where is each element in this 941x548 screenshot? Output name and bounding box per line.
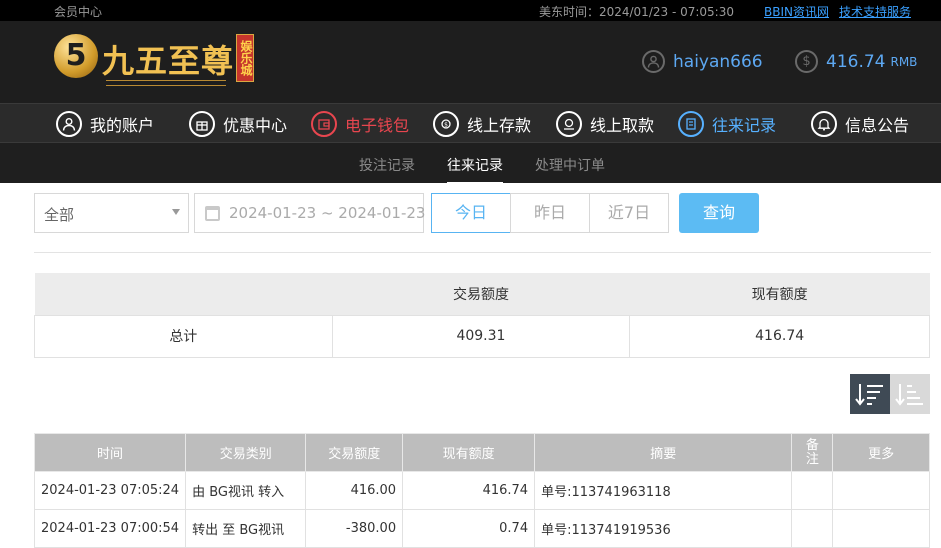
nav-label: 优惠中心 (223, 116, 288, 135)
sort-ascending-button[interactable] (890, 374, 930, 414)
bbin-info-link[interactable]: BBIN资讯网 (764, 3, 829, 20)
col-summary: 摘要 (534, 433, 793, 472)
cell-balance: 0.74 (402, 509, 536, 548)
logo-name: 九五至尊 (102, 42, 235, 80)
table-row: 2024-01-23 07:00:54 转出 至 BG视讯 -380.00 0.… (33, 509, 930, 548)
summary-transaction-amount: 409.31 (331, 314, 631, 358)
user-info[interactable]: haiyan666 (642, 50, 763, 73)
sort-asc-icon (895, 384, 923, 406)
category-value: 全部 (44, 206, 75, 224)
summary-current-amount: 416.74 (629, 314, 930, 358)
cell-amount: -380.00 (305, 509, 404, 548)
tab-bet-records[interactable]: 投注记录 (359, 155, 415, 175)
main-nav: 我的账户 优惠中心 电子钱包 $ 线上存款 线上取款 往来记录 信息公告 (0, 103, 941, 143)
nav-online-deposit[interactable]: $ 线上存款 (433, 110, 531, 138)
balance-info: $ 416.74 RMB (795, 50, 917, 73)
chevron-down-icon (172, 209, 180, 215)
nav-announcements[interactable]: 信息公告 (811, 110, 909, 138)
site-logo[interactable]: 5 九五至尊 娱乐城 (54, 34, 254, 92)
calendar-icon (205, 206, 220, 221)
balance-currency: RMB (890, 54, 918, 69)
yesterday-button[interactable]: 昨日 (510, 193, 590, 233)
nav-label: 线上取款 (590, 116, 655, 135)
today-button[interactable]: 今日 (431, 193, 511, 233)
category-select[interactable]: 全部 (34, 193, 189, 233)
summary-table: 交易额度 现有额度 总计 409.31 416.74 (34, 273, 930, 358)
member-center-link[interactable]: 会员中心 (54, 3, 102, 20)
cell-type: 转出 至 BG视讯 (185, 509, 307, 548)
cell-remark (791, 509, 834, 548)
cell-time: 2024-01-23 07:00:54 (33, 509, 187, 548)
table-row: 2024-01-23 07:05:24 由 BG视讯 转入 416.00 416… (33, 471, 930, 510)
sort-desc-icon (855, 384, 883, 406)
bell-icon (811, 111, 837, 137)
user-icon (56, 111, 82, 137)
col-type: 交易类别 (185, 433, 307, 472)
records-table: 时间 交易类别 交易额度 现有额度 摘要 备注 更多 2024-01-23 07… (33, 433, 930, 548)
records-icon (678, 111, 704, 137)
cell-summary: 单号:113741919536 (534, 509, 793, 548)
nav-label: 线上存款 (467, 116, 532, 135)
nav-records[interactable]: 往来记录 (678, 110, 776, 138)
wallet-icon (311, 111, 337, 137)
summary-row: 总计 409.31 416.74 (34, 314, 930, 358)
sub-tabs: 投注记录 往来记录 处理中订单 (0, 143, 941, 185)
col-more: 更多 (832, 433, 930, 472)
col-balance: 现有额度 (402, 433, 536, 472)
date-range-input[interactable]: 2024-01-23 ~ 2024-01-23 (194, 193, 426, 233)
divider (34, 252, 931, 253)
top-strip-right: 美东时间：2024/01/23 - 07:05:30 BBIN资讯网 技术支持服… (539, 3, 911, 20)
summary-total-label: 总计 (34, 314, 333, 358)
cell-more[interactable] (832, 471, 930, 510)
dollar-icon: $ (795, 50, 818, 73)
gift-icon (189, 111, 215, 137)
svg-text:$: $ (444, 122, 448, 129)
summary-header-transaction: 交易额度 (332, 273, 630, 315)
cell-time: 2024-01-23 07:05:24 (33, 471, 187, 510)
sort-descending-button[interactable] (850, 374, 890, 414)
cell-more[interactable] (832, 509, 930, 548)
us-east-time: 美东时间：2024/01/23 - 07:05:30 (538, 5, 734, 19)
cell-summary: 单号:113741963118 (534, 471, 793, 510)
date-range-value: 2024-01-23 ~ 2024-01-23 (229, 204, 426, 222)
col-time: 时间 (33, 433, 187, 472)
query-button[interactable]: 查询 (679, 193, 759, 233)
summary-header-empty (34, 273, 333, 315)
tab-transaction-records[interactable]: 往来记录 (447, 155, 503, 185)
nav-label: 信息公告 (845, 116, 910, 135)
tech-support-link[interactable]: 技术支持服务 (839, 3, 911, 20)
username: haiyan666 (673, 51, 763, 72)
cell-remark (791, 471, 834, 510)
logo-sub: 娱乐城 (236, 34, 254, 82)
nav-label: 往来记录 (712, 116, 777, 135)
withdraw-icon (556, 111, 582, 137)
summary-header-current: 现有额度 (629, 273, 930, 315)
top-strip: 会员中心 美东时间：2024/01/23 - 07:05:30 BBIN资讯网 … (0, 0, 941, 21)
user-icon (642, 50, 665, 73)
nav-e-wallet[interactable]: 电子钱包 (311, 110, 409, 138)
deposit-icon: $ (433, 111, 459, 137)
last-7-days-button[interactable]: 近7日 (589, 193, 669, 233)
balance-amount: 416.74 (826, 51, 886, 72)
nav-label: 我的账户 (90, 116, 155, 135)
nav-label: 电子钱包 (345, 116, 410, 135)
logo-mark: 5 (54, 34, 98, 78)
cell-type: 由 BG视讯 转入 (185, 471, 307, 510)
tab-pending-orders[interactable]: 处理中订单 (535, 155, 605, 175)
cell-amount: 416.00 (305, 471, 404, 510)
logo-decoration (106, 80, 226, 86)
header: 5 九五至尊 娱乐城 haiyan666 $ 416.74 RMB (0, 21, 941, 103)
col-amount: 交易额度 (305, 433, 404, 472)
cell-balance: 416.74 (402, 471, 536, 510)
nav-online-withdraw[interactable]: 线上取款 (556, 110, 654, 138)
nav-my-account[interactable]: 我的账户 (56, 110, 154, 138)
nav-promotions[interactable]: 优惠中心 (189, 110, 287, 138)
col-remark: 备注 (791, 433, 834, 472)
